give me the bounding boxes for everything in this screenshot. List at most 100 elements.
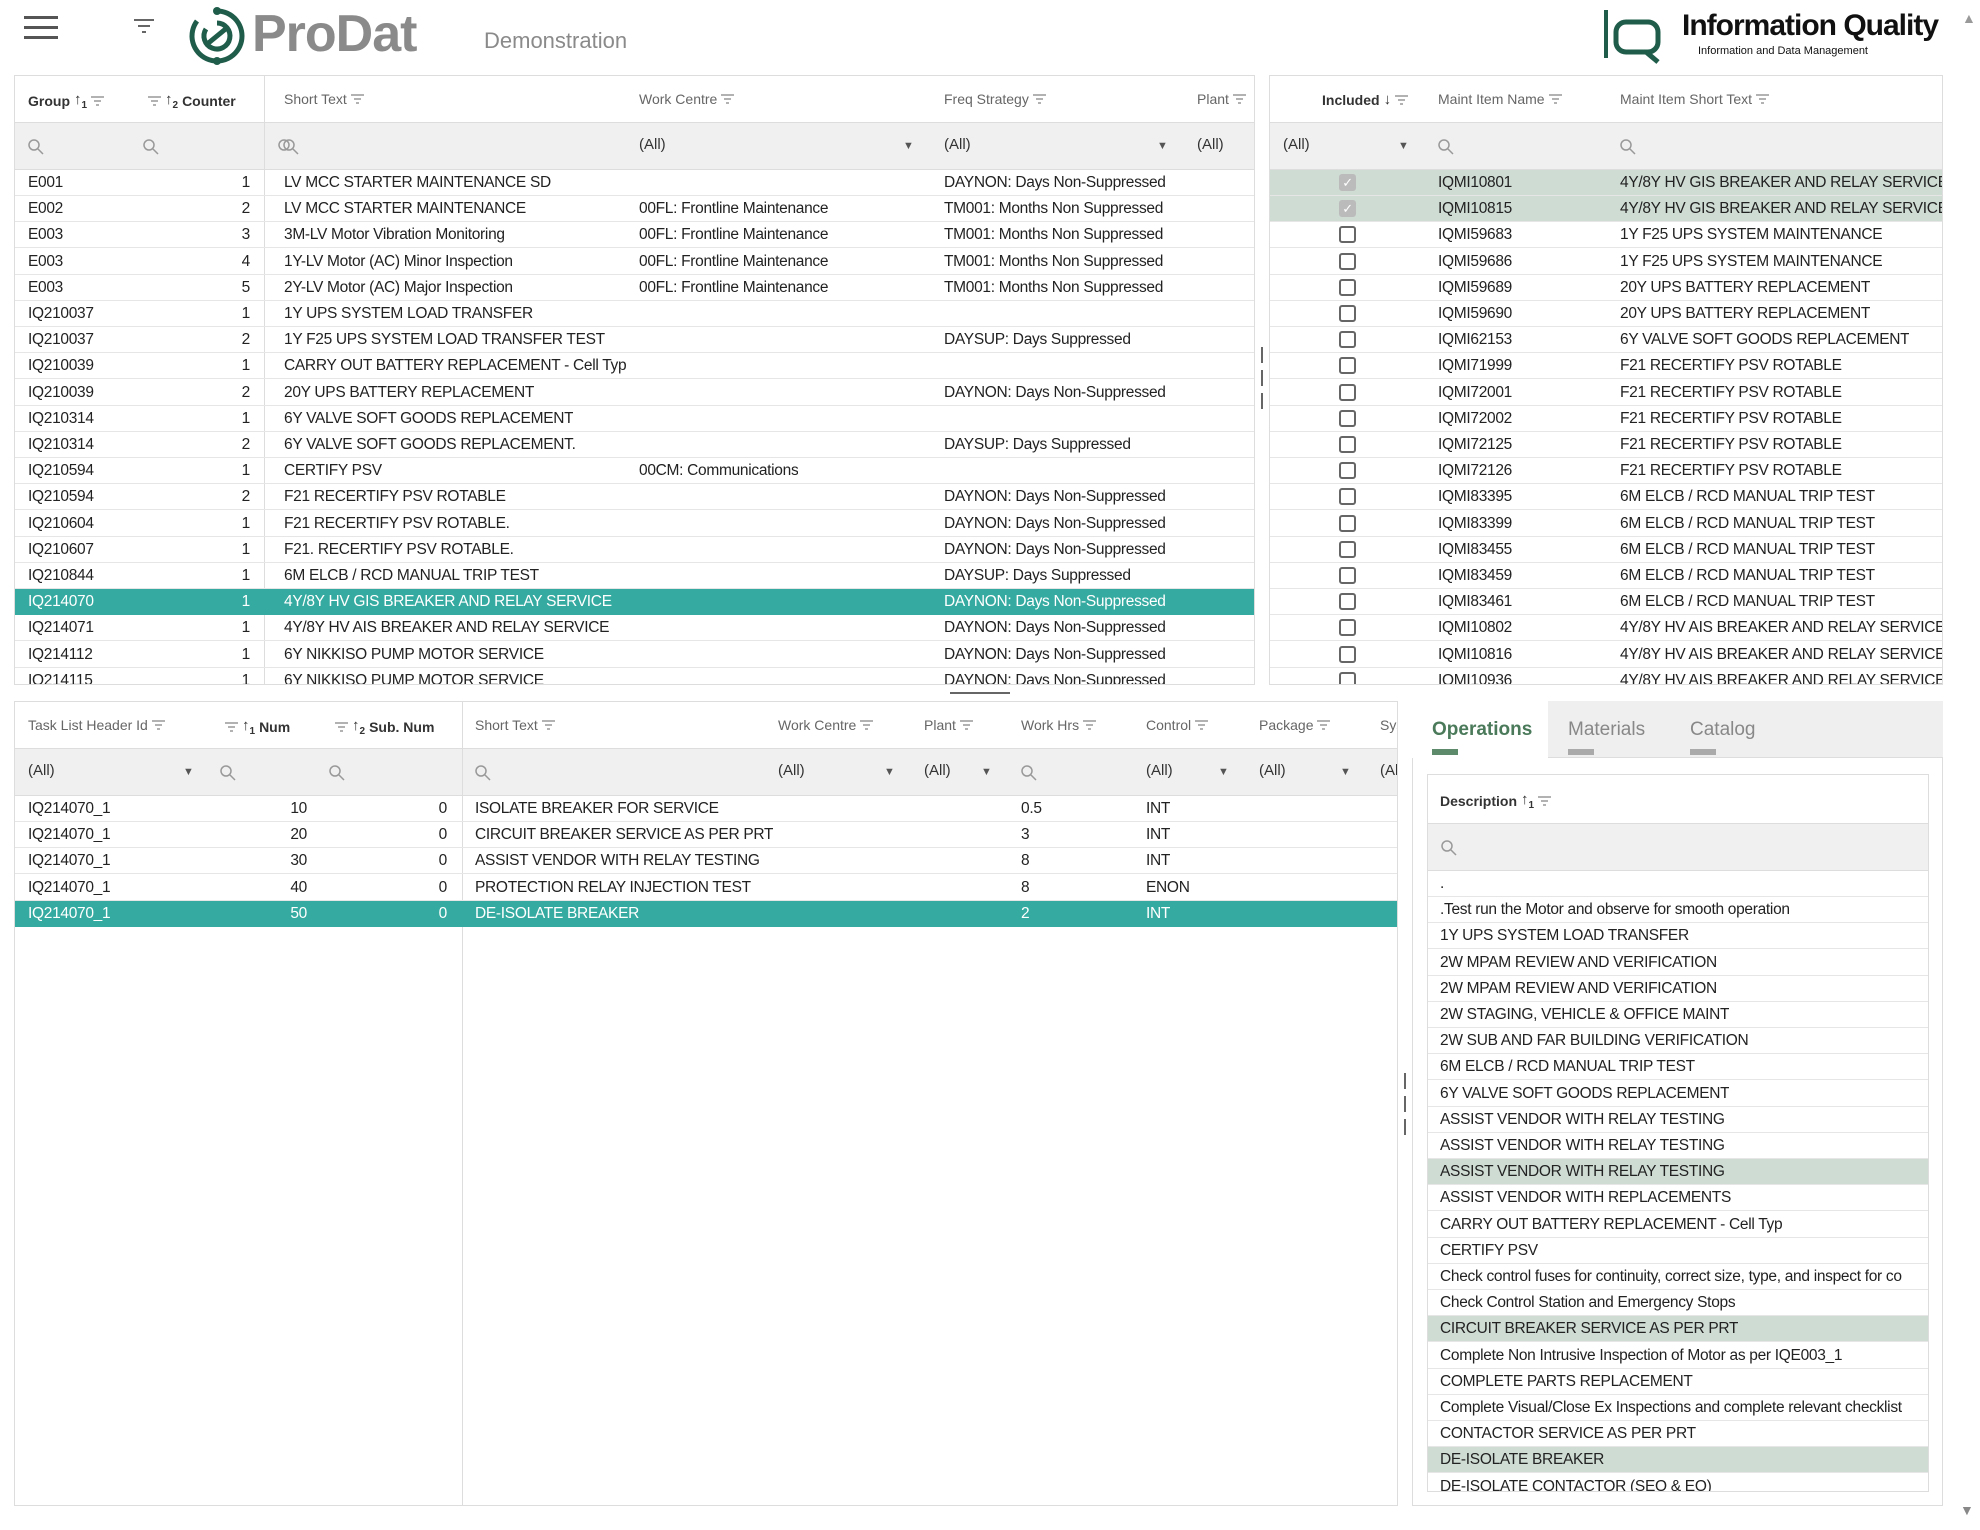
search-icon[interactable] [475,765,491,781]
table-row[interactable]: IQMI83461 6M ELCB / RCD MANUAL TRIP TEST [1270,589,1942,616]
chevron-down-icon[interactable]: ▼ [183,766,194,778]
table-row[interactable]: E002 2 LV MCC STARTER MAINTENANCE 00FL: Fro… [15,196,1254,223]
table-row[interactable]: 6Y VALVE SOFT GOODS REPLACEMENT [1428,1081,1928,1107]
filter-icon[interactable] [1032,94,1046,104]
filter-icon[interactable] [225,722,238,732]
table-row[interactable]: ASSIST VENDOR WITH REPLACEMENTS [1428,1185,1928,1212]
table-row[interactable]: IQ214070_1 30 0 ASSIST VENDOR WITH RELAY TE… [15,848,1397,875]
table-row[interactable]: IQMI10802 4Y/8Y HV AIS BREAKER AND RELAY … [1270,615,1942,642]
table-row[interactable]: IQMI83455 6M ELCB / RCD MANUAL TRIP TEST [1270,537,1942,563]
tab-catalog[interactable]: Catalog [1690,719,1756,755]
included-checkbox[interactable] [1339,514,1356,532]
filter-icon[interactable] [350,94,364,104]
table-row[interactable]: IQMI59683 1Y F25 UPS SYSTEM MAINTENANCE [1270,222,1942,249]
table-row[interactable]: 2W STAGING, VEHICLE & OFFICE MAINT [1428,1002,1928,1028]
filter-icon[interactable] [541,720,555,730]
table-row[interactable]: IQMI62153 6Y VALVE SOFT GOODS REPLACEMENT [1270,327,1942,354]
table-row[interactable]: IQMI72002 F21 RECERTIFY PSV ROTABLE [1270,406,1942,432]
included-checkbox[interactable] [1339,593,1356,611]
table-row[interactable]: IQMI72001 F21 RECERTIFY PSV ROTABLE [1270,380,1942,406]
table-row[interactable]: COMPLETE PARTS REPLACEMENT [1428,1369,1928,1395]
table-row[interactable]: E003 3 3M-LV Motor Vibration Monitoring 00F… [15,222,1254,249]
chevron-down-icon[interactable]: ▼ [1157,140,1168,152]
filter-icon[interactable] [1083,720,1097,730]
included-checkbox[interactable] [1339,383,1356,401]
scroll-down-icon[interactable]: ▼ [1960,1502,1974,1518]
search-icon[interactable] [329,765,345,781]
table-row[interactable]: IQ210037 1 1Y UPS SYSTEM LOAD TRANSFER [15,301,1254,327]
chevron-down-icon[interactable]: ▼ [1340,766,1351,778]
tab-materials[interactable]: Materials [1568,719,1645,755]
chevron-down-icon[interactable]: ▼ [981,766,992,778]
table-row[interactable]: CONTACTOR SERVICE AS PER PRT [1428,1421,1928,1448]
column-header-control[interactable]: Control [1146,717,1209,733]
included-checkbox[interactable]: ✓ [1339,174,1356,191]
table-row[interactable]: IQ214070_1 50 0 DE-ISOLATE BREAKER 2 INT [15,900,1397,927]
table-row[interactable]: 2W MPAM REVIEW AND VERIFICATION [1428,976,1928,1002]
search-icon[interactable] [278,139,300,155]
chevron-down-icon[interactable]: ▼ [1398,140,1409,152]
table-row[interactable]: IQMI83395 6M ELCB / RCD MANUAL TRIP TEST [1270,484,1942,511]
filter-icon[interactable] [91,96,105,106]
sys-filter[interactable]: (Al [1380,762,1397,779]
table-row[interactable]: Complete Visual/Close Ex Inspections and… [1428,1395,1928,1421]
table-row[interactable]: IQMI83399 6M ELCB / RCD MANUAL TRIP TEST [1270,511,1942,537]
column-header-sub-num[interactable]: ↑2 Sub. Num [335,717,434,737]
included-checkbox[interactable] [1339,252,1356,270]
table-row[interactable]: CERTIFY PSV [1428,1238,1928,1264]
included-checkbox[interactable] [1339,278,1356,296]
column-header-included[interactable]: Included ↓ [1322,91,1409,108]
table-row[interactable]: 1Y UPS SYSTEM LOAD TRANSFER [1428,923,1928,950]
table-row[interactable]: DE-ISOLATE CONTACTOR (SEO & EO) [1428,1474,1928,1491]
table-row[interactable]: E001 1 LV MCC STARTER MAINTENANCE SD DAYNON… [15,170,1254,196]
chevron-down-icon[interactable]: ▼ [884,766,895,778]
included-checkbox[interactable] [1339,462,1356,480]
included-checkbox[interactable] [1339,226,1356,244]
table-row[interactable]: IQ210844 1 6M ELCB / RCD MANUAL TRIP TEST D… [15,563,1254,589]
table-row[interactable]: Check Control Station and Emergency Stop… [1428,1290,1928,1317]
search-icon[interactable] [28,139,44,155]
column-header-counter[interactable]: ↑2 Counter [148,91,236,111]
search-icon[interactable] [220,765,236,781]
work-centre-filter[interactable]: (All) [778,762,805,779]
column-header-plant[interactable]: Plant [924,717,973,733]
included-checkbox[interactable]: ✓ [1339,200,1356,218]
table-row[interactable]: ASSIST VENDOR WITH RELAY TESTING [1428,1107,1928,1133]
table-row[interactable]: IQ210594 2 F21 RECERTIFY PSV ROTABLE DAYNON… [15,484,1254,511]
table-row[interactable]: . [1428,871,1928,897]
filter-icon[interactable] [1548,94,1562,104]
search-icon[interactable] [143,139,159,155]
table-row[interactable]: ✓ IQMI10815 4Y/8Y HV GIS BREAKER AND RELAY… [1270,196,1942,223]
included-checkbox[interactable] [1339,567,1356,584]
chevron-down-icon[interactable]: ▼ [1218,766,1229,778]
table-row[interactable]: IQ210039 2 20Y UPS BATTERY REPLACEMENT DAYN… [15,380,1254,406]
table-row[interactable]: IQ210314 1 6Y VALVE SOFT GOODS REPLACEMENT [15,406,1254,432]
included-filter[interactable]: (All) [1283,136,1310,153]
column-header-description[interactable]: Description ↑1 [1440,791,1552,811]
table-row[interactable]: IQMI59690 20Y UPS BATTERY REPLACEMENT [1270,301,1942,327]
tab-operations[interactable]: Operations [1432,719,1532,755]
control-filter[interactable]: (All) [1146,762,1173,779]
table-row[interactable]: IQ214115 1 6Y NIKKISO PUMP MOTOR SERVICE DA… [15,668,1254,684]
filter-icon[interactable] [335,722,348,732]
table-row[interactable]: 2W SUB AND FAR BUILDING VERIFICATION [1428,1028,1928,1055]
column-header-plant[interactable]: Plant [1197,91,1246,107]
table-row[interactable]: IQ210037 2 1Y F25 UPS SYSTEM LOAD TRANSFER… [15,327,1254,354]
plant-filter[interactable]: (All) [1197,136,1224,153]
table-row[interactable]: IQMI59689 20Y UPS BATTERY REPLACEMENT [1270,275,1942,301]
filter-icon[interactable] [860,720,874,730]
table-row[interactable]: IQMI10936 4Y/8Y HV AIS BREAKER AND RELAY … [1270,668,1942,684]
table-row[interactable]: 2W MPAM REVIEW AND VERIFICATION [1428,950,1928,976]
table-row[interactable]: IQ214070_1 40 0 PROTECTION RELAY INJECTION … [15,875,1397,901]
table-row[interactable]: IQ214070_1 10 0 ISOLATE BREAKER FOR SERVICE… [15,796,1397,822]
table-row[interactable]: IQ210594 1 CERTIFY PSV 00CM: Communications [15,458,1254,485]
table-row[interactable]: IQ214070 1 4Y/8Y HV GIS BREAKER AND RELAY … [15,589,1254,616]
menu-icon[interactable] [24,16,58,40]
table-row[interactable]: ASSIST VENDOR WITH RELAY TESTING [1428,1133,1928,1159]
freq-strategy-filter[interactable]: (All) [944,136,971,153]
table-row[interactable]: Check control fuses for continuity, corr… [1428,1264,1928,1290]
column-header-task-list-header-id[interactable]: Task List Header Id [28,717,165,733]
filter-icon[interactable] [1317,720,1331,730]
table-row[interactable]: ✓ IQMI10801 4Y/8Y HV GIS BREAKER AND RELAY… [1270,170,1942,196]
filter-icon[interactable] [133,18,155,36]
